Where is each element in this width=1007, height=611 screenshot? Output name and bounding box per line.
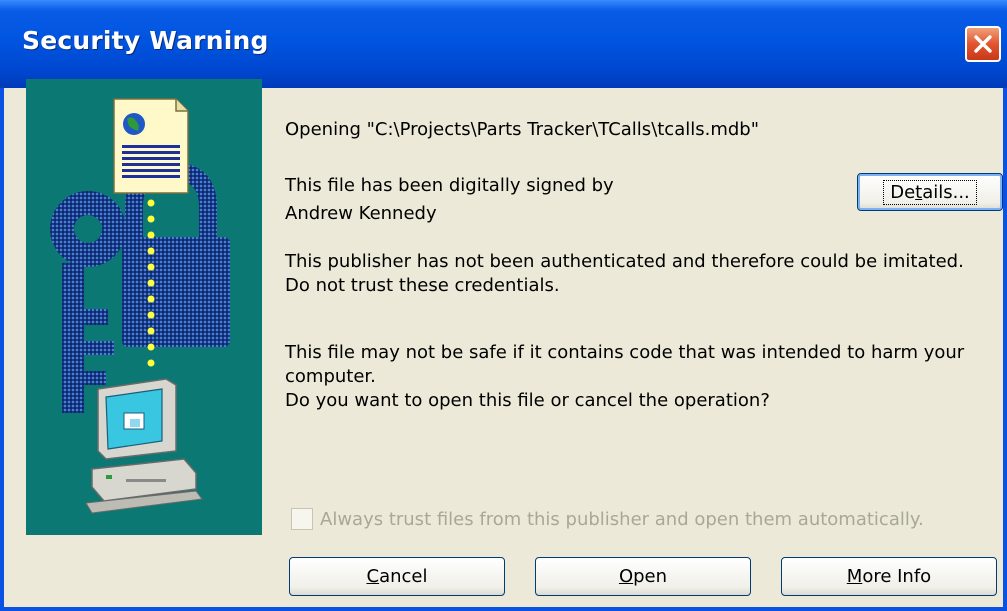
warning-text-line3: Do you want to open this file or cancel …	[285, 390, 770, 411]
details-button[interactable]: Details...	[857, 173, 1003, 211]
security-warning-dialog: Security Warning Opening "C:\Projects\Pa…	[0, 0, 1007, 611]
cancel-button[interactable]: Cancel	[289, 557, 505, 596]
warning-text-line1: This file may not be safe if it contains…	[285, 342, 965, 363]
key-icon	[50, 191, 126, 413]
warning-text-line2: computer.	[285, 366, 376, 387]
close-icon	[974, 35, 992, 53]
signed-by-text: This file has been digitally signed by	[285, 175, 614, 196]
always-trust-label: Always trust files from this publisher a…	[320, 509, 924, 530]
not-authenticated-text: This publisher has not been authenticate…	[285, 251, 964, 272]
publisher-name: Andrew Kennedy	[285, 203, 437, 224]
security-illustration	[26, 79, 262, 535]
always-trust-checkbox[interactable]	[291, 508, 313, 530]
title-bar[interactable]: Security Warning	[0, 0, 1007, 88]
more-info-button[interactable]: More Info	[781, 557, 997, 596]
padlock-icon	[122, 237, 230, 347]
open-button[interactable]: Open	[535, 557, 751, 596]
close-button[interactable]	[965, 26, 1001, 62]
computer-icon	[85, 378, 203, 514]
opening-file-text: Opening "C:\Projects\Parts Tracker\TCall…	[285, 119, 760, 140]
document-icon	[113, 98, 189, 194]
do-not-trust-text: Do not trust these credentials.	[285, 275, 560, 296]
security-signed-document-illustration	[50, 98, 230, 514]
window-title: Security Warning	[22, 26, 269, 55]
